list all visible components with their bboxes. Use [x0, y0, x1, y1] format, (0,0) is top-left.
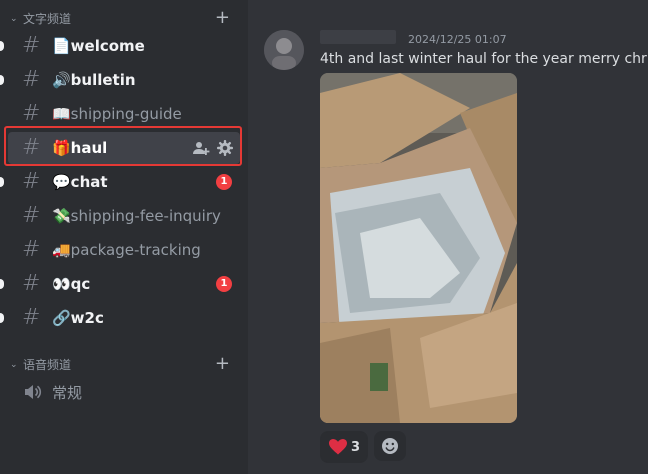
unread-indicator: [0, 279, 4, 289]
text-channels-category[interactable]: ⌄ 文字频道: [10, 10, 71, 27]
message-pane: 2024/12/25 01:07 4th and last winter hau…: [248, 0, 648, 474]
selection-highlight-box: [4, 126, 242, 166]
reaction-count: 3: [351, 439, 361, 455]
reaction-heart[interactable]: 3: [320, 431, 368, 463]
chevron-down-icon: ⌄: [10, 13, 18, 24]
channel-name: 🔗w2c: [52, 309, 104, 327]
channel-sidebar: ⌄ 文字频道 + # 📄welcome # 🔊bulletin # 📖shipp…: [0, 0, 248, 474]
hash-icon: #: [22, 271, 41, 296]
heart-icon: [329, 439, 347, 455]
unread-indicator: [0, 75, 4, 85]
channel-shipping-fee-inquiry[interactable]: # 💸shipping-fee-inquiry: [8, 200, 240, 232]
channel-name: 常规: [52, 383, 83, 402]
hash-icon: #: [22, 169, 41, 194]
hash-icon: #: [22, 67, 41, 92]
speaker-icon: [25, 385, 42, 399]
channel-package-tracking[interactable]: # 🚚package-tracking: [8, 234, 240, 266]
create-text-channel-plus-icon[interactable]: +: [215, 9, 230, 27]
avatar-image: [264, 30, 304, 70]
message-text: 4th and last winter haul for the year me…: [320, 51, 648, 67]
channel-welcome[interactable]: # 📄welcome: [0, 30, 240, 62]
category-label: 语音频道: [23, 358, 72, 372]
message-timestamp: 2024/12/25 01:07: [408, 33, 507, 46]
add-reaction-button[interactable]: [374, 431, 406, 461]
hash-icon: #: [22, 203, 41, 228]
channel-name: 🔊bulletin: [52, 71, 136, 89]
unread-indicator: [0, 177, 4, 187]
mention-badge: 1: [216, 276, 232, 292]
chevron-down-icon: ⌄: [10, 359, 18, 370]
mention-badge: 1: [216, 174, 232, 190]
channel-chat[interactable]: # 💬chat 1: [0, 166, 240, 198]
channel-name: 📖shipping-guide: [52, 105, 182, 123]
message-image-attachment[interactable]: [320, 73, 517, 423]
channel-name: 👀qc: [52, 275, 91, 293]
hash-icon: #: [22, 101, 41, 126]
voice-channel-general[interactable]: 常规: [8, 376, 240, 408]
package-box-photo: [320, 73, 517, 423]
channel-name: 🚚package-tracking: [52, 241, 201, 259]
create-voice-channel-plus-icon[interactable]: +: [215, 355, 230, 373]
unread-indicator: [0, 41, 4, 51]
category-label: 文字频道: [23, 12, 72, 26]
avatar[interactable]: [264, 30, 304, 70]
add-reaction-smiley-icon: [382, 438, 398, 454]
channel-bulletin[interactable]: # 🔊bulletin: [0, 64, 240, 96]
channel-name: 📄welcome: [52, 37, 145, 55]
voice-channels-category[interactable]: ⌄ 语音频道: [10, 356, 71, 373]
channel-name: 💬chat: [52, 173, 108, 191]
hash-icon: #: [22, 305, 41, 330]
username-redacted[interactable]: [320, 30, 396, 44]
channel-w2c[interactable]: # 🔗w2c: [0, 302, 240, 334]
unread-indicator: [0, 313, 4, 323]
channel-name: 💸shipping-fee-inquiry: [52, 207, 221, 225]
channel-qc[interactable]: # 👀qc 1: [0, 268, 240, 300]
hash-icon: #: [22, 33, 41, 58]
hash-icon: #: [22, 237, 41, 262]
